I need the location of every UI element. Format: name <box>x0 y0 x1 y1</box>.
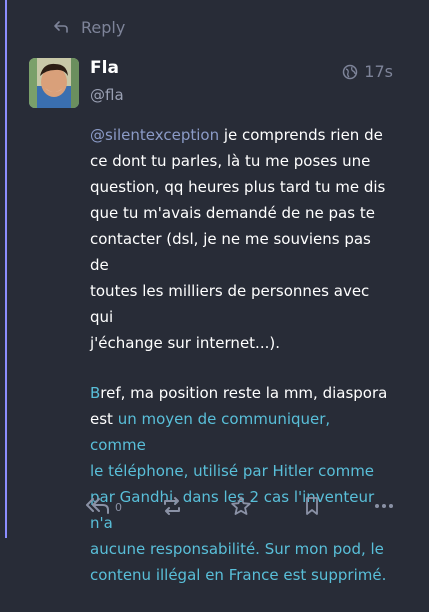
boost-icon <box>164 497 180 515</box>
post-meta: 17s <box>342 62 393 81</box>
status-card: Reply Fla @fla 17s @silentexception je c… <box>5 0 429 584</box>
account-handle[interactable]: @fla <box>90 86 124 104</box>
paragraph-1: @silentexception je comprends rien de ce… <box>90 122 390 356</box>
star-icon <box>231 496 251 515</box>
p2-line: ref, ma position reste la mm, diaspora <box>100 384 388 402</box>
post-content: @silentexception je comprends rien de ce… <box>90 122 390 612</box>
reply-arrow-icon <box>54 21 68 33</box>
bookmark-icon <box>306 497 318 515</box>
favourite-button[interactable] <box>230 496 252 516</box>
content-link[interactable]: le téléphone, utilisé par Hitler comme <box>90 462 374 480</box>
content-link[interactable]: contenu illégal en France est supprimé. <box>90 566 386 584</box>
globe-icon <box>343 64 358 79</box>
p1-line: je comprends rien de <box>219 126 383 144</box>
p1-line: j'échange sur internet...). <box>90 334 280 352</box>
p1-line: ce dont tu parles, là tu me poses une <box>90 152 371 170</box>
content-link[interactable]: un moyen de communiquer, comme <box>90 410 330 454</box>
boost-button[interactable] <box>161 496 183 516</box>
p1-line: contacter (dsl, je ne me souviens pas de <box>90 230 371 274</box>
action-bar: 0 <box>85 492 405 524</box>
p1-line: toutes les milliers de personnes avec qu… <box>90 282 370 326</box>
reply-all-icon <box>86 498 109 514</box>
reply-label: Reply <box>81 17 126 37</box>
ellipsis-icon <box>375 504 393 508</box>
mention-link[interactable]: @silentexception <box>90 126 219 144</box>
paragraph-2: Bref, ma position reste la mm, diaspora … <box>90 380 390 588</box>
avatar[interactable] <box>29 58 79 108</box>
p2-first-letter: B <box>90 384 101 402</box>
p1-line: que tu m'avais demandé de ne pas te <box>90 204 375 222</box>
post-time[interactable]: 17s <box>364 62 393 81</box>
display-name[interactable]: Fla <box>90 58 119 78</box>
reply-header[interactable]: Reply <box>53 10 125 44</box>
more-button[interactable] <box>373 496 395 516</box>
reply-all-button[interactable]: 0 <box>85 496 122 516</box>
reply-count: 0 <box>115 500 122 514</box>
bookmark-button[interactable] <box>303 496 321 516</box>
content-link[interactable]: aucune responsabilité. Sur mon pod, le <box>90 540 384 558</box>
p1-line: question, qq heures plus tard tu me dis <box>90 178 386 196</box>
p2-line: est <box>90 410 118 428</box>
